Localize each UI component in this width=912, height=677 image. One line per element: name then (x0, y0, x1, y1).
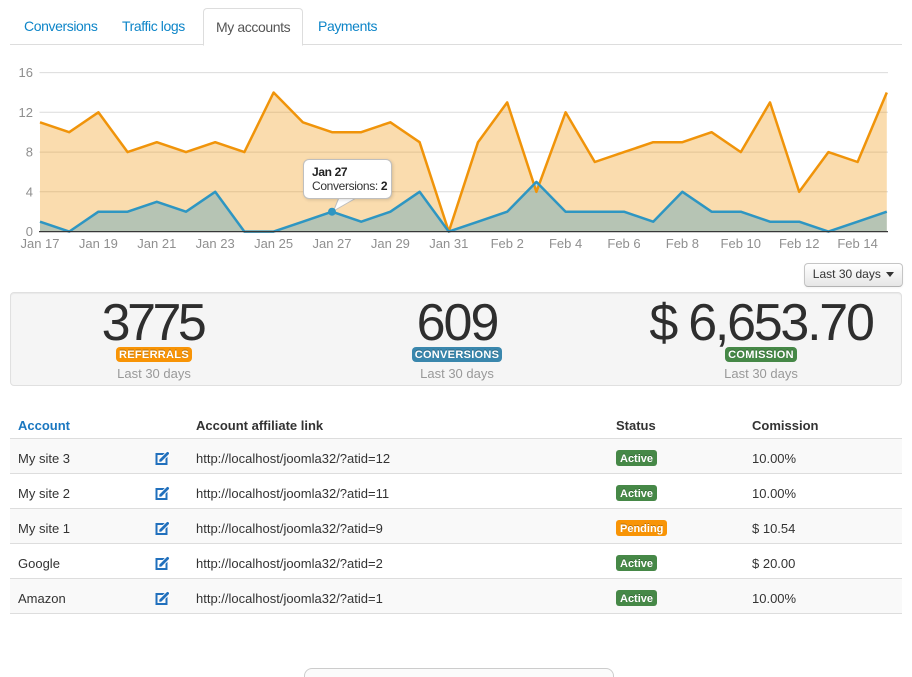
svg-text:Jan 17: Jan 17 (20, 236, 59, 251)
svg-text:4: 4 (26, 184, 33, 199)
svg-text:Feb 14: Feb 14 (837, 236, 877, 251)
svg-text:Jan 21: Jan 21 (137, 236, 176, 251)
svg-text:Feb 2: Feb 2 (491, 236, 524, 251)
svg-text:12: 12 (19, 105, 33, 120)
svg-text:Feb 4: Feb 4 (549, 236, 582, 251)
svg-text:Feb 6: Feb 6 (607, 236, 640, 251)
svg-text:Feb 8: Feb 8 (666, 236, 699, 251)
svg-text:Jan 31: Jan 31 (429, 236, 468, 251)
svg-text:Feb 10: Feb 10 (721, 236, 761, 251)
svg-text:16: 16 (19, 65, 33, 80)
svg-text:Jan 23: Jan 23 (196, 236, 235, 251)
svg-text:Jan 27: Jan 27 (312, 236, 351, 251)
svg-text:Feb 12: Feb 12 (779, 236, 819, 251)
svg-text:8: 8 (26, 145, 33, 160)
svg-text:Jan 19: Jan 19 (79, 236, 118, 251)
svg-text:Jan 25: Jan 25 (254, 236, 293, 251)
svg-text:Jan 29: Jan 29 (371, 236, 410, 251)
